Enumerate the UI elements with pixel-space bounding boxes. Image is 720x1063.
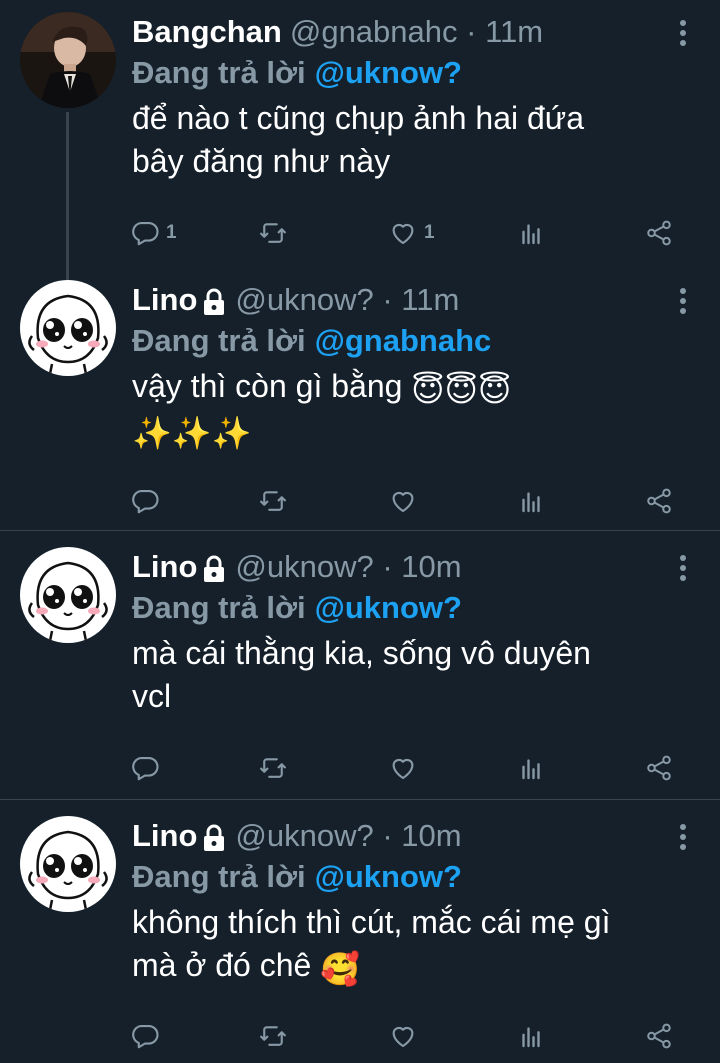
tweet-text-line: để nào t cũng chụp ảnh hai đứa <box>132 100 584 136</box>
more-options-icon[interactable] <box>678 824 688 854</box>
avatar-bangchan[interactable] <box>20 12 116 108</box>
analytics-icon <box>522 759 540 780</box>
handle-and-time[interactable]: @uknow? · 10m <box>235 818 461 854</box>
display-name[interactable]: Lino <box>132 282 197 318</box>
tweet-text: vậy thì còn gì bằng 😇😇😇 ✨✨✨ <box>132 365 666 455</box>
halo-emoji: 😇😇😇 <box>411 372 512 408</box>
analytics-button[interactable] <box>516 1016 546 1056</box>
handle-and-time[interactable]: @uknow? · 11m <box>235 282 459 318</box>
retweet-icon <box>260 491 286 511</box>
heart-icon <box>392 758 414 780</box>
tweet-text-line: bây đăng như này <box>132 143 391 179</box>
smiling-hearts-emoji: 🥰 <box>320 951 361 987</box>
display-name[interactable]: Lino <box>132 818 197 854</box>
retweet-button[interactable] <box>258 748 288 788</box>
tweet-text-line: không thích thì cút, mắc cái mẹ gì <box>132 904 611 940</box>
analytics-icon <box>522 492 540 513</box>
tweet-text: để nào t cũng chụp ảnh hai đứa bây đăng … <box>132 97 666 183</box>
tweet-lino-1[interactable]: Lino @uknow? · 11m Đang trả lời @gnabnah… <box>0 265 720 530</box>
like-button[interactable] <box>388 1016 418 1056</box>
tweet-text: không thích thì cút, mắc cái mẹ gì mà ở … <box>132 901 666 991</box>
share-button[interactable] <box>644 748 674 788</box>
share-button[interactable] <box>644 1016 674 1056</box>
share-button[interactable] <box>644 213 674 253</box>
retweet-icon <box>260 223 286 243</box>
reply-mention-link[interactable]: @gnabnahc <box>315 323 492 359</box>
reply-mention-link[interactable]: @uknow? <box>315 55 462 91</box>
tweet-text-line: vậy thì còn gì bằng 😇😇😇 <box>132 365 666 412</box>
retweet-button[interactable] <box>258 213 288 253</box>
retweet-button[interactable] <box>258 481 288 521</box>
reply-button[interactable] <box>130 748 160 788</box>
heart-icon <box>392 491 414 513</box>
handle-and-time[interactable]: @uknow? · 10m <box>235 549 461 585</box>
analytics-icon <box>522 1027 540 1048</box>
tweet-bangchan[interactable]: Bangchan @gnabnahc · 11m Đang trả lời @u… <box>0 0 720 265</box>
tweet-text-line: mà cái thằng kia, sống vô duyên <box>132 635 591 671</box>
avatar-lino[interactable] <box>20 280 116 376</box>
reply-icon <box>132 1024 159 1049</box>
more-options-icon[interactable] <box>678 20 688 50</box>
reply-icon <box>132 489 159 514</box>
avatar-lino[interactable] <box>20 547 116 643</box>
share-icon <box>647 220 671 246</box>
like-button[interactable] <box>388 481 418 521</box>
display-name[interactable]: Lino <box>132 549 197 585</box>
reply-button[interactable]: 1 <box>130 213 177 253</box>
handle-and-time[interactable]: @gnabnahc · 11m <box>290 14 543 50</box>
reply-mention-link[interactable]: @uknow? <box>315 590 462 626</box>
retweet-icon <box>260 758 286 778</box>
tweet-text-line: vcl <box>132 678 172 714</box>
heart-icon <box>392 1026 414 1048</box>
lock-icon <box>204 555 225 582</box>
like-button[interactable] <box>388 748 418 788</box>
more-options-icon[interactable] <box>678 555 688 585</box>
tweet-lino-2[interactable]: Lino @uknow? · 10m Đang trả lời @uknow? … <box>0 530 720 799</box>
reply-icon <box>132 221 159 246</box>
like-count: 1 <box>424 222 435 243</box>
tweet-actions <box>130 748 690 788</box>
tweet-text-segment: mà ở đó chê <box>132 947 312 983</box>
tweet-text-segment: vậy thì còn gì bằng <box>132 368 403 404</box>
reply-prefix: Đang trả lời <box>132 55 306 90</box>
heart-icon <box>392 223 414 245</box>
retweet-button[interactable] <box>258 1016 288 1056</box>
reply-button[interactable] <box>130 481 160 521</box>
reply-button[interactable] <box>130 1016 160 1056</box>
reply-icon <box>132 756 159 781</box>
share-icon <box>647 488 671 514</box>
tweet-text: mà cái thằng kia, sống vô duyên vcl <box>132 632 666 718</box>
lock-icon <box>204 288 225 315</box>
analytics-button[interactable] <box>516 213 546 253</box>
like-button[interactable]: 1 <box>388 213 435 253</box>
more-options-icon[interactable] <box>678 288 688 318</box>
reply-prefix: Đang trả lời <box>132 590 306 625</box>
tweet-actions <box>130 481 690 521</box>
sparkles-emoji-line: ✨✨✨ <box>132 415 252 451</box>
lock-icon <box>204 824 225 851</box>
tweet-text-line: mà ở đó chê 🥰 <box>132 944 666 991</box>
analytics-button[interactable] <box>516 748 546 788</box>
analytics-icon <box>522 224 540 245</box>
tweet-lino-3[interactable]: Lino @uknow? · 10m Đang trả lời @uknow? … <box>0 799 720 1063</box>
share-icon <box>647 1023 671 1049</box>
reply-mention-link[interactable]: @uknow? <box>315 859 462 895</box>
tweet-actions: 1 1 <box>130 213 690 253</box>
analytics-button[interactable] <box>516 481 546 521</box>
reply-count: 1 <box>166 222 177 243</box>
reply-prefix: Đang trả lời <box>132 859 306 894</box>
tweet-actions <box>130 1016 690 1056</box>
reply-prefix: Đang trả lời <box>132 323 306 358</box>
retweet-icon <box>260 1026 286 1046</box>
avatar-lino[interactable] <box>20 816 116 912</box>
display-name[interactable]: Bangchan <box>132 14 282 50</box>
share-button[interactable] <box>644 481 674 521</box>
share-icon <box>647 755 671 781</box>
